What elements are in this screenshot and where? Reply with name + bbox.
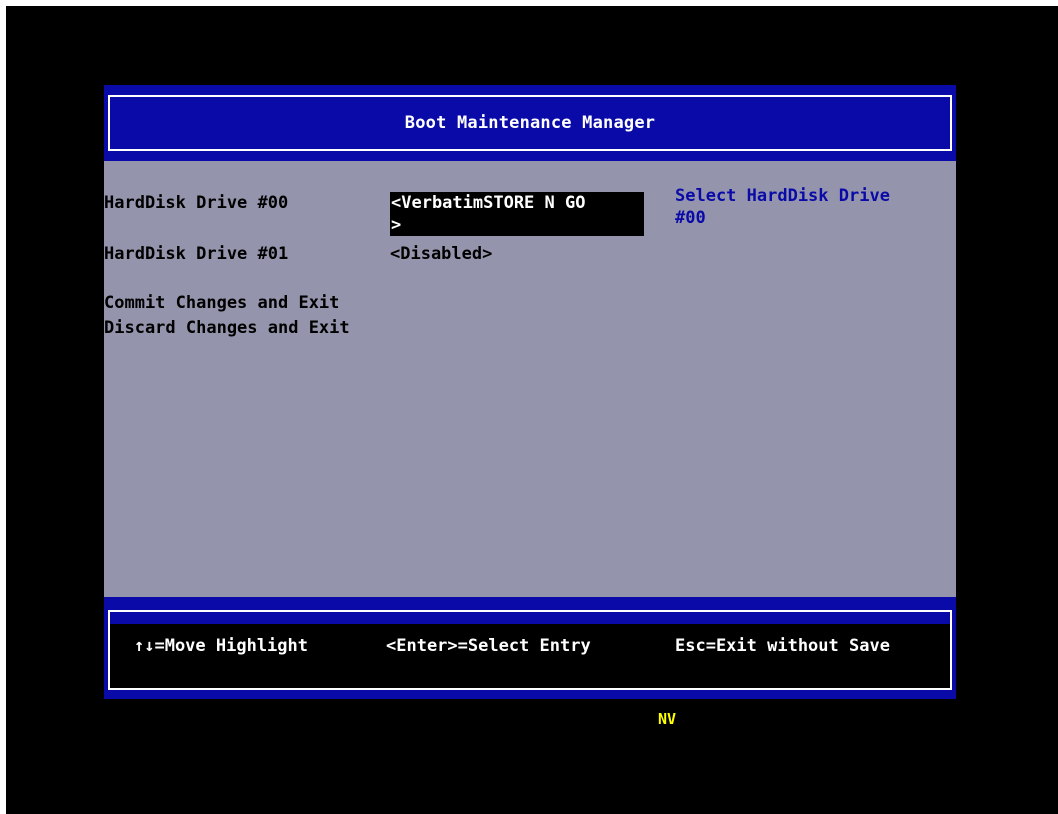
footer-move-hint: ↑↓=Move Highlight xyxy=(134,636,308,656)
main-panel: HardDisk Drive #00 <VerbatimSTORE N GO >… xyxy=(104,161,956,597)
status-tag: NV xyxy=(658,710,677,728)
footer-exit-hint: Esc=Exit without Save xyxy=(675,636,890,656)
harddisk-00-value-line1: <VerbatimSTORE N GO xyxy=(391,193,586,213)
commit-changes-and-exit[interactable]: Commit Changes and Exit xyxy=(104,293,339,313)
title-bar: Boot Maintenance Manager xyxy=(104,85,956,161)
menu-item-harddisk-00-label[interactable]: HardDisk Drive #00 xyxy=(104,193,288,213)
harddisk-00-value-line2: > xyxy=(391,215,402,235)
discard-changes-and-exit[interactable]: Discard Changes and Exit xyxy=(104,318,350,338)
page-title: Boot Maintenance Manager xyxy=(404,113,656,133)
menu-item-harddisk-01-label[interactable]: HardDisk Drive #01 xyxy=(104,244,288,264)
footer-bar: ↑↓=Move Highlight <Enter>=Select Entry E… xyxy=(104,597,956,699)
menu-item-harddisk-00-value[interactable]: <VerbatimSTORE N GO > xyxy=(390,192,644,236)
menu-item-harddisk-01-value[interactable]: <Disabled> xyxy=(390,244,492,264)
footer-select-hint: <Enter>=Select Entry xyxy=(386,636,591,656)
help-text: Select HardDisk Drive #00 xyxy=(675,186,890,228)
